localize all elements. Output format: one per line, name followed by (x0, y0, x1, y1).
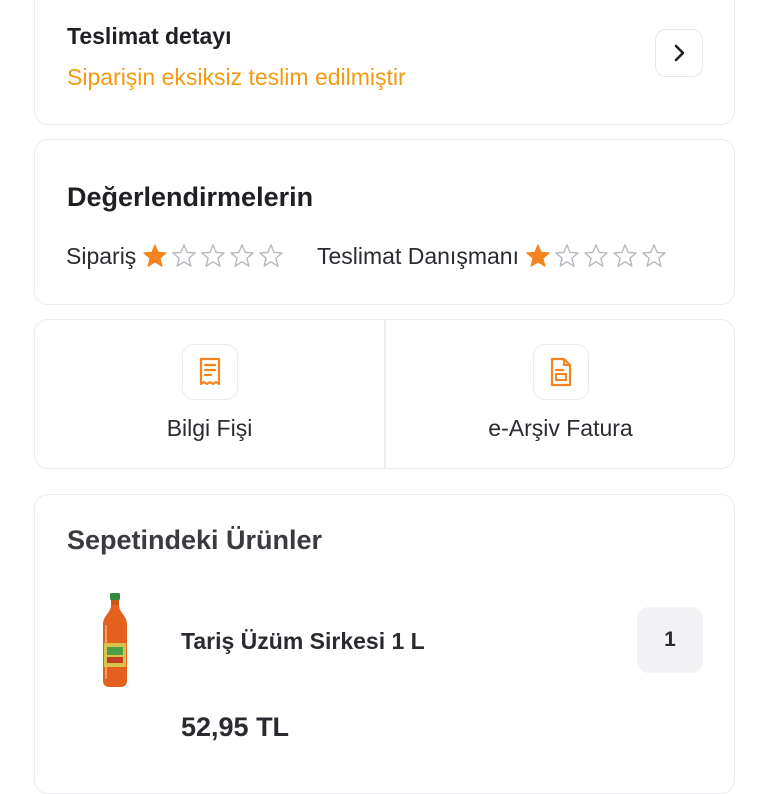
basket-items-card: Sepetindeki Ürünler Tariş Üzüm Sirkesi 1… (34, 494, 735, 794)
star-empty-icon[interactable] (640, 242, 668, 270)
order-rating[interactable]: Sipariş (66, 242, 285, 270)
product-name: Tariş Üzüm Sirkesi 1 L (181, 628, 425, 654)
receipt-icon-box (181, 344, 238, 400)
delivery-details-title: Teslimat detayı (67, 23, 232, 49)
star-empty-icon[interactable] (199, 242, 227, 270)
star-empty-icon[interactable] (257, 242, 285, 270)
basket-title: Sepetindeki Ürünler (67, 525, 323, 555)
courier-stars[interactable] (524, 242, 668, 270)
star-filled-icon[interactable] (141, 242, 169, 270)
receipt-icon (199, 357, 220, 386)
star-empty-icon[interactable] (611, 242, 639, 270)
courier-rating[interactable]: Teslimat Danışmanı (317, 242, 668, 270)
courier-rating-label: Teslimat Danışmanı (317, 242, 519, 269)
star-empty-icon[interactable] (582, 242, 610, 270)
ratings-card: Değerlendirmelerin Sipariş Teslimat Danı… (34, 139, 735, 305)
invoice-icon-box (532, 344, 589, 400)
star-empty-icon[interactable] (170, 242, 198, 270)
receipt-button[interactable]: Bilgi Fişi (35, 320, 384, 468)
e-archive-invoice-button[interactable]: e-Arşiv Fatura (385, 320, 736, 468)
product-price: 52,95 TL (181, 712, 290, 742)
star-filled-icon[interactable] (524, 242, 552, 270)
vinegar-bottle-image (103, 593, 127, 687)
documents-card: Bilgi Fişi e-Arşiv Fatura (34, 319, 735, 469)
star-empty-icon[interactable] (228, 242, 256, 270)
delivery-details-card[interactable]: Teslimat detayı Siparişin eksiksiz tesli… (34, 0, 735, 125)
product-quantity: 1 (637, 607, 703, 673)
e-archive-invoice-label: e-Arşiv Fatura (488, 415, 633, 441)
order-rating-label: Sipariş (66, 242, 137, 269)
delivery-status-text: Siparişin eksiksiz teslim edilmiştir (67, 64, 406, 90)
ratings-title: Değerlendirmelerin (67, 182, 314, 212)
star-empty-icon[interactable] (553, 242, 581, 270)
invoice-document-icon (550, 357, 571, 387)
receipt-label: Bilgi Fişi (166, 415, 253, 441)
delivery-details-button[interactable] (655, 29, 703, 77)
chevron-right-icon (674, 44, 685, 62)
order-stars[interactable] (141, 242, 285, 270)
